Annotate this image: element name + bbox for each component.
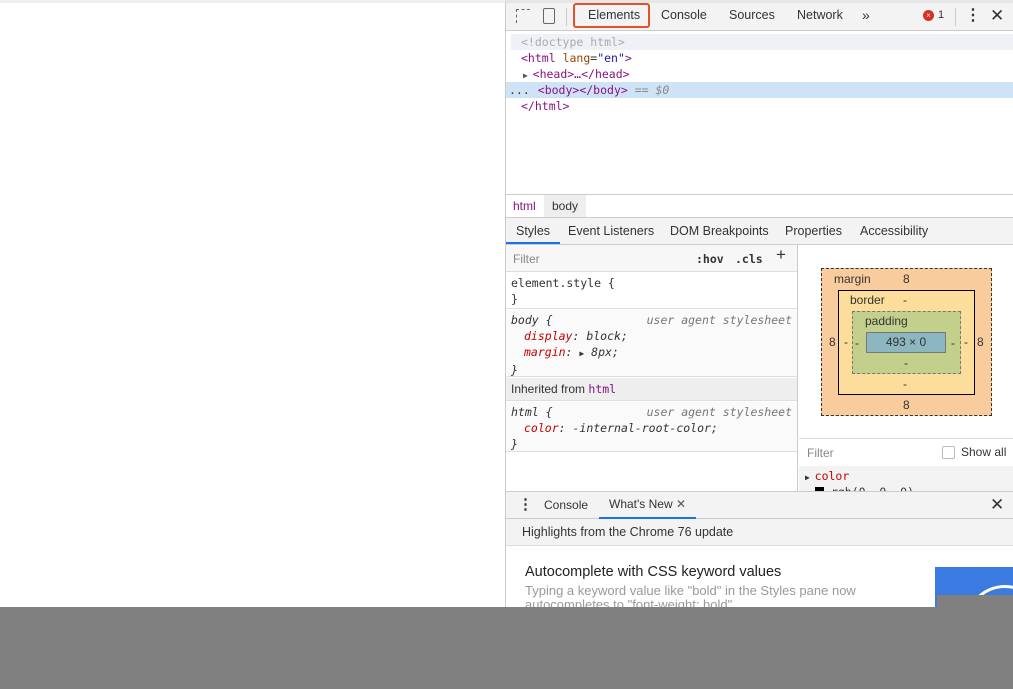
doctype-node[interactable]: <!doctype html>: [511, 34, 1013, 50]
highlights-bar: Highlights from the Chrome 76 update: [506, 519, 1013, 546]
brace: }: [511, 292, 518, 306]
margin-top[interactable]: 8: [903, 272, 910, 286]
computed-filter-input[interactable]: Filter: [807, 446, 834, 460]
devtools-panel: Elements Console Sources Network » × 1 ⋮…: [505, 0, 1013, 612]
device-toolbar-icon[interactable]: [543, 8, 555, 24]
computed-filter-bar: Filter Show all: [799, 438, 1013, 466]
page-viewport: [0, 0, 505, 607]
cls-button[interactable]: .cls: [735, 251, 763, 267]
devtools-toolbar: Elements Console Sources Network » × 1 ⋮…: [506, 3, 1013, 31]
dom-tree: <!doctype html> <html lang="en"> ▶ <head…: [506, 31, 1013, 194]
html-node[interactable]: <html lang="en">: [521, 50, 1013, 66]
close-devtools-icon[interactable]: ✕: [990, 3, 1004, 30]
html-close-node[interactable]: </html>: [521, 98, 1013, 114]
drawer-tab-whats-new[interactable]: What's New ✕: [599, 492, 697, 519]
computed-color-row[interactable]: ▶ color rgb(0, 0, 0): [799, 466, 1013, 491]
padding-box: padding - - - 493 × 0: [852, 311, 961, 374]
ellipsis[interactable]: ...: [506, 83, 530, 97]
body-rule[interactable]: body {user agent stylesheet display: blo…: [506, 310, 797, 377]
margin-box: margin 8 8 8 8 border - - - - padding - …: [821, 268, 992, 416]
prop-value[interactable]: block;: [586, 329, 628, 343]
expand-triangle-icon[interactable]: ▶: [579, 349, 584, 358]
border-box: border - - - - padding - - - 493 × 0: [838, 290, 975, 395]
inherited-label: Inherited from: [511, 382, 586, 396]
more-tabs-button[interactable]: »: [862, 3, 870, 30]
feature-title[interactable]: Autocomplete with CSS keyword values: [525, 564, 781, 580]
grey-overlay-notch: [937, 595, 1013, 607]
kebab-menu-icon[interactable]: ⋮: [965, 3, 981, 30]
tab-network[interactable]: Network: [797, 3, 843, 30]
prop-name[interactable]: margin: [524, 345, 566, 359]
breadcrumb: html body: [506, 194, 1013, 218]
ua-stylesheet-label: user agent stylesheet: [646, 405, 792, 419]
close-drawer-icon[interactable]: ✕: [990, 495, 1004, 515]
inherited-header: Inherited from html: [506, 378, 797, 401]
html-selector: html {: [511, 405, 553, 419]
head-node[interactable]: ▶ <head>…</head>: [523, 66, 1013, 82]
html-tag: <html: [521, 51, 556, 65]
breadcrumb-body[interactable]: body: [544, 195, 587, 217]
styles-pane: Filter :hov .cls + element.style { } bod…: [506, 245, 798, 491]
inherited-link[interactable]: html: [588, 382, 616, 396]
padding-label: padding: [865, 314, 908, 328]
html-rule[interactable]: html {user agent stylesheet color: -inte…: [506, 402, 797, 452]
tab-console[interactable]: Console: [661, 3, 707, 30]
prop-value[interactable]: 8px;: [591, 345, 619, 359]
selected-marker: == $0: [627, 83, 670, 97]
content-box[interactable]: 493 × 0: [866, 332, 946, 353]
margin-bottom[interactable]: 8: [903, 398, 910, 412]
computed-prop: color: [814, 469, 850, 483]
show-all-checkbox[interactable]: [942, 446, 955, 459]
tab-styles[interactable]: Styles: [506, 218, 561, 244]
element-style-rule[interactable]: element.style { }: [506, 273, 797, 309]
prop-value[interactable]: -internal-root-color;: [572, 421, 717, 435]
element-style-selector: element.style {: [511, 276, 615, 290]
close-tab-icon[interactable]: ✕: [676, 497, 686, 511]
body-selector: body {: [511, 313, 553, 327]
body-node-selected[interactable]: ... <body></body> == $0: [506, 82, 1013, 98]
body-tag: <body></body>: [537, 83, 628, 97]
prop-name[interactable]: display: [524, 329, 572, 343]
styles-filter-bar: Filter :hov .cls +: [506, 245, 797, 272]
error-count[interactable]: 1: [938, 3, 944, 30]
lang-value: "en": [597, 51, 625, 65]
tab-accessibility[interactable]: Accessibility: [860, 218, 928, 244]
ua-stylesheet-label: user agent stylesheet: [646, 313, 792, 327]
tab-properties[interactable]: Properties: [785, 218, 842, 244]
new-rule-button[interactable]: +: [776, 246, 786, 263]
expand-triangle-icon[interactable]: ▶: [523, 71, 533, 80]
head-tag: <head>…</head>: [532, 67, 630, 81]
margin-right[interactable]: 8: [977, 335, 984, 349]
box-model-pane: margin 8 8 8 8 border - - - - padding - …: [799, 245, 1013, 491]
brace: }: [511, 363, 518, 377]
styles-filter-input[interactable]: Filter: [513, 252, 540, 266]
border-top[interactable]: -: [903, 293, 907, 307]
margin-label: margin: [834, 272, 871, 286]
margin-left[interactable]: 8: [829, 335, 836, 349]
lang-attr: lang: [562, 51, 591, 65]
padding-left[interactable]: -: [855, 336, 859, 350]
sidebar-tabs: Styles Event Listeners DOM Breakpoints P…: [506, 218, 1013, 245]
drawer: ⋮ Console What's New ✕ ✕ Highlights from…: [506, 491, 1013, 612]
grey-overlay: [0, 607, 1013, 689]
divider: [955, 8, 956, 26]
divider: [566, 8, 567, 26]
hov-button[interactable]: :hov: [696, 251, 724, 267]
drawer-tabs: ⋮ Console What's New ✕ ✕: [506, 492, 1013, 519]
border-label: border: [850, 293, 885, 307]
tab-sources[interactable]: Sources: [729, 3, 775, 30]
prop-name[interactable]: color: [524, 421, 559, 435]
drawer-menu-icon[interactable]: ⋮: [518, 495, 533, 513]
show-all-label: Show all: [961, 445, 1007, 459]
breadcrumb-html[interactable]: html: [513, 199, 536, 213]
tab-dom-breakpoints[interactable]: DOM Breakpoints: [670, 218, 769, 244]
tab-label: What's New: [609, 497, 673, 511]
brace: }: [511, 437, 518, 451]
tab-elements[interactable]: Elements: [588, 3, 640, 30]
tab-event-listeners[interactable]: Event Listeners: [568, 218, 654, 244]
inspect-element-icon[interactable]: [516, 9, 530, 23]
error-icon[interactable]: ×: [923, 10, 934, 21]
bracket: >: [624, 51, 632, 65]
drawer-tab-console[interactable]: Console: [544, 498, 588, 512]
